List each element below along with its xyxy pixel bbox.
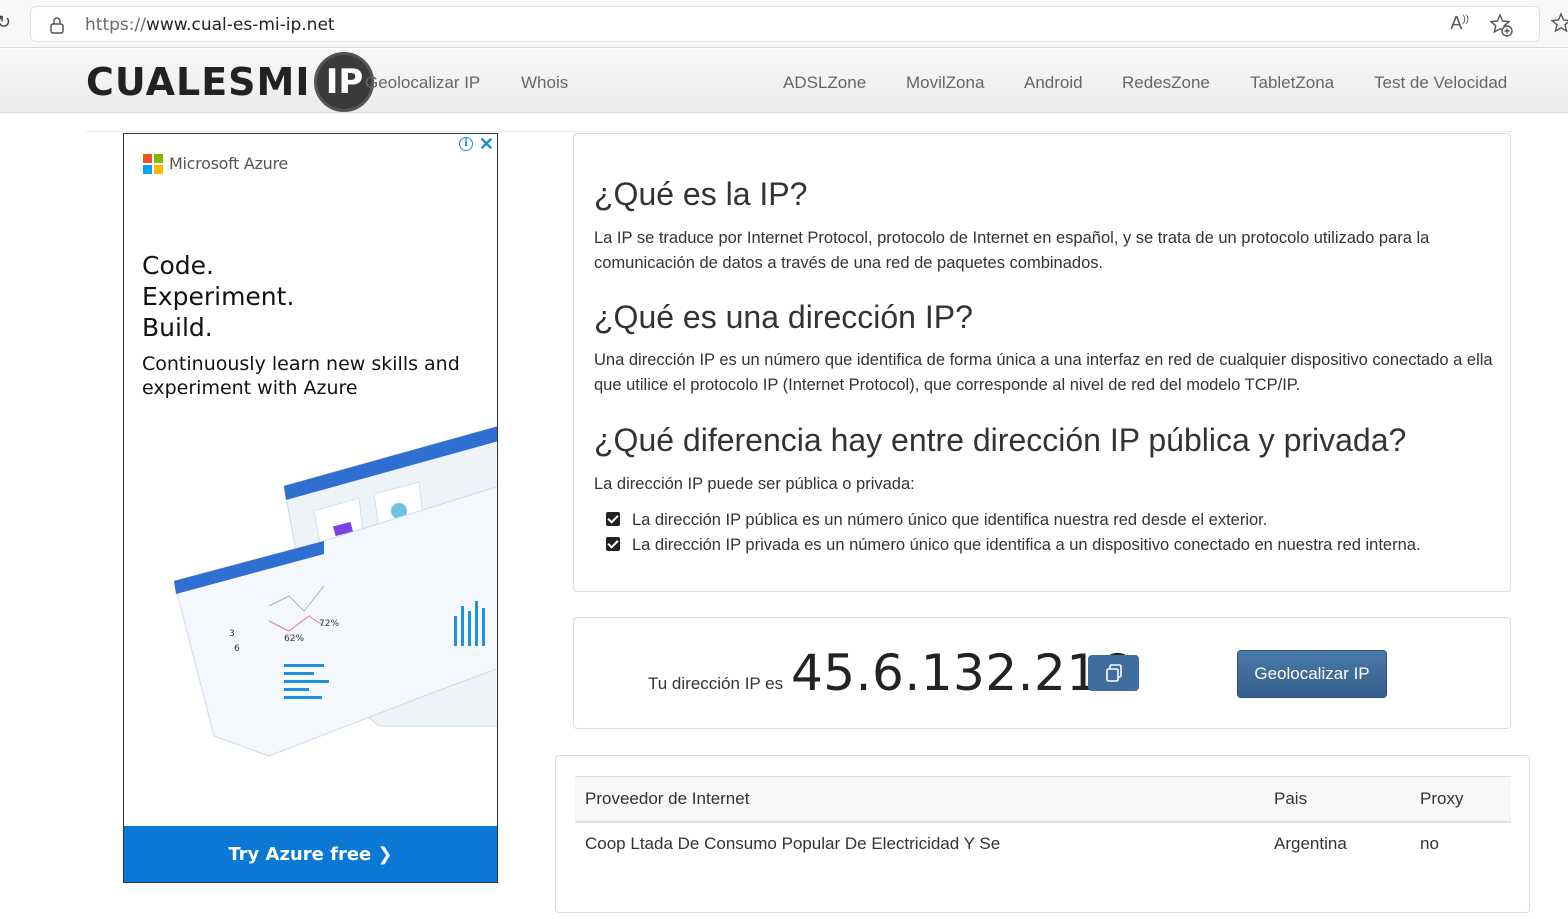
nav-adslzone[interactable]: ADSLZone — [783, 73, 866, 93]
read-aloud-icon[interactable]: A)) — [1450, 13, 1469, 34]
check-item-publica: La dirección IP pública es un número úni… — [606, 511, 1267, 530]
header-proveedor: Proveedor de Internet — [575, 776, 1264, 823]
copy-icon — [1105, 664, 1122, 682]
microsoft-logo-icon — [143, 154, 163, 174]
isp-table: Proveedor de Internet Pais Proxy Coop Lt… — [575, 776, 1511, 865]
table-row: Coop Ltada De Consumo Popular De Electri… — [575, 822, 1511, 865]
site-header: CUALESMI IP Geolocalizar IP Whois ADSLZo… — [0, 49, 1568, 113]
ad-info-icon[interactable]: i — [459, 137, 473, 151]
divider — [86, 131, 1511, 132]
paragraph-diferencia: La dirección IP puede ser pública o priv… — [594, 475, 915, 493]
logo-text: CUALESMI — [86, 60, 311, 104]
svg-text:3: 3 — [229, 629, 235, 639]
heading-direccion-ip: ¿Qué es una dirección IP? — [594, 299, 973, 335]
browser-toolbar: ↻ https://www.cual-es-mi-ip.net A)) — [0, 0, 1568, 48]
dashboard-illustration: 3 6 62% 72% — [174, 426, 497, 757]
checkbox-icon — [606, 512, 620, 526]
ad-brand: Microsoft Azure — [169, 154, 288, 173]
heading-diferencia: ¿Qué diferencia hay entre dirección IP p… — [594, 422, 1407, 458]
ip-value: 45.6.132.216 — [791, 644, 1131, 702]
nav-android[interactable]: Android — [1024, 73, 1083, 93]
reload-icon[interactable]: ↻ — [0, 12, 10, 33]
ad-close-icon[interactable]: ✕ — [479, 134, 494, 155]
nav-movilzona[interactable]: MovilZona — [906, 73, 984, 93]
svg-text:62%: 62% — [284, 634, 304, 644]
ad-subtext: Continuously learn new skills and experi… — [142, 353, 460, 399]
ip-info-panel: ¿Qué es la IP? La IP se traduce por Inte… — [573, 133, 1511, 592]
nav-whois[interactable]: Whois — [521, 73, 568, 93]
header-pais: Pais — [1264, 776, 1410, 823]
header-proxy: Proxy — [1410, 776, 1511, 823]
ip-panel: Tu dirección IP es 45.6.132.216 Geolocal… — [573, 617, 1511, 729]
paragraph-que-es-ip: La IP se traduce por Internet Protocol, … — [594, 229, 1430, 272]
cell-proxy: no — [1420, 834, 1439, 853]
checkbox-icon — [606, 537, 620, 551]
heading-que-es-ip: ¿Qué es la IP? — [594, 176, 808, 212]
svg-text:6: 6 — [234, 644, 240, 654]
address-bar[interactable]: https://www.cual-es-mi-ip.net A)) — [30, 6, 1540, 42]
ad-headline: Code. Experiment. Build. — [142, 251, 295, 342]
try-azure-button[interactable]: Try Azure free ❯ — [124, 826, 497, 882]
favorites-icon[interactable] — [1551, 12, 1568, 34]
azure-ad[interactable]: i ✕ Microsoft Azure Code. Experiment. Bu… — [123, 133, 498, 883]
url-text[interactable]: https://www.cual-es-mi-ip.net — [85, 15, 335, 35]
cell-proveedor: Coop Ltada De Consumo Popular De Electri… — [585, 834, 1001, 853]
cell-pais: Argentina — [1274, 834, 1347, 853]
site-logo[interactable]: CUALESMI IP — [86, 52, 375, 112]
paragraph-direccion-ip: Una dirección IP es un número que identi… — [594, 351, 1493, 394]
svg-text:72%: 72% — [319, 619, 339, 629]
check-item-privada: La dirección IP privada es un número úni… — [606, 536, 1421, 555]
nav-test-velocidad[interactable]: Test de Velocidad — [1374, 73, 1507, 93]
nav-redeszone[interactable]: RedesZone — [1122, 73, 1210, 93]
nav-tabletzona[interactable]: TabletZona — [1250, 73, 1334, 93]
ip-label: Tu dirección IP es — [648, 674, 784, 693]
table-header-row: Proveedor de Internet Pais Proxy — [575, 776, 1511, 823]
lock-icon[interactable] — [49, 16, 65, 34]
isp-panel: Proveedor de Internet Pais Proxy Coop Lt… — [555, 755, 1530, 913]
copy-ip-button[interactable] — [1088, 655, 1139, 691]
nav-geolocalizar[interactable]: Geolocalizar IP — [365, 73, 480, 93]
add-favorite-icon[interactable] — [1489, 13, 1513, 37]
geolocalizar-ip-button[interactable]: Geolocalizar IP — [1237, 650, 1387, 698]
